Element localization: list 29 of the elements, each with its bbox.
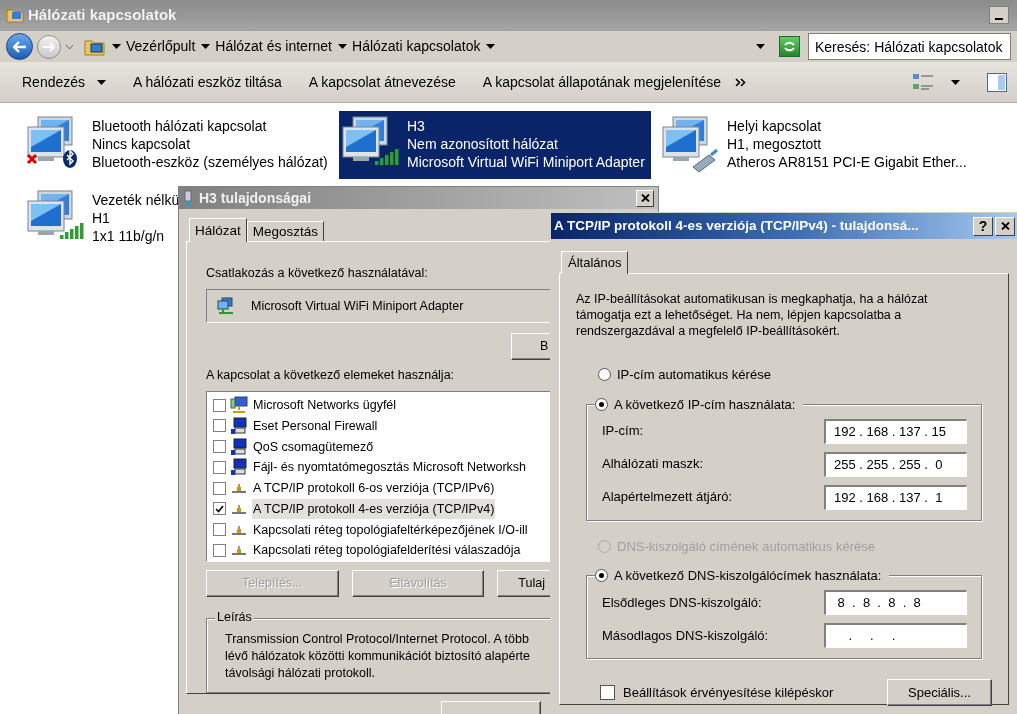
radio-label: A következő DNS-kiszolgálócímek használata:	[614, 567, 882, 585]
section-label: Csatlakozás a következő használatával:	[206, 265, 428, 283]
radio-label: A következő IP-cím használata:	[614, 395, 796, 414]
connection-device: Bluetooth-eszköz (személyes hálózat)	[92, 153, 328, 171]
connection-status: Nem azonosított hálózat	[407, 135, 559, 153]
field-label: Alhálózati maszk:	[602, 455, 704, 474]
connection-device: 1x1 11b/g/n	[92, 227, 166, 245]
field-label: Elsődleges DNS-kiszolgáló:	[602, 593, 762, 612]
checkbox-label: Beállítások érvényesítése kilépéskor	[623, 683, 834, 702]
adapter-name: Microsoft Virtual WiFi Miniport Adapter	[251, 297, 464, 315]
window-title: Hálózati kapcsolatok	[28, 4, 177, 25]
connection-name: Vezeték nélkü	[92, 191, 180, 209]
connection-status: H1, megosztott	[727, 135, 823, 153]
connection-name: Helyi kapcsolat	[727, 117, 823, 135]
intro-text: Az IP-beállításokat automatikusan is megkaphatja, ha a hálózat támogatja ezt a lehetőséget. Ha nem, lépjen kapcsolatba a rendszergazdával a megfelelő IP-beállításokért.	[575, 291, 929, 339]
dialog-title: H3 tulajdonságai	[199, 188, 312, 208]
connection-name: H3	[407, 117, 426, 135]
connection-status: Nincs kapcsolat	[92, 135, 192, 153]
dialog-title: A TCP/IP protokoll 4-es verziója (TCP/IPv4) - tulajdonsá...	[554, 216, 919, 235]
connection-device: Atheros AR8151 PCI-E Gigabit Ether...	[727, 153, 967, 171]
section-label: A kapcsolat a következő elemeket használja:	[206, 367, 455, 384]
field-label: Másodlagos DNS-kiszolgáló:	[602, 626, 769, 645]
field-label: IP-cím:	[602, 422, 644, 441]
connection-name: Bluetooth hálózati kapcsolat	[92, 117, 268, 135]
field-label: Alapértelmezett átjáró:	[602, 488, 733, 507]
description-text: Transmission Control Protocol/Internet Protocol. A több lévő hálózatok közötti kommunikációt biztosító alapérte távolsági hálózati protokoll.	[225, 630, 531, 682]
radio-label: IP-cím automatikus kérése	[617, 366, 771, 384]
connection-status: H1	[92, 209, 111, 227]
connection-device: Microsoft Virtual WiFi Miniport Adapter	[407, 153, 645, 171]
